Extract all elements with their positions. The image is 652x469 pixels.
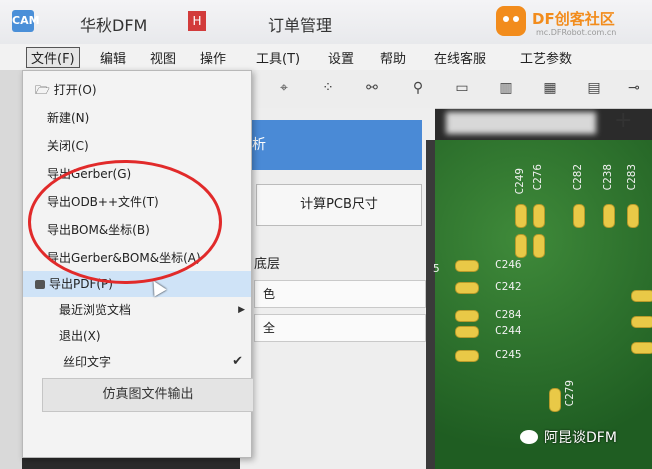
wechat-watermark-text: 阿昆谈DFM bbox=[544, 430, 617, 446]
pcb-pad bbox=[631, 316, 652, 328]
pcb-pad bbox=[603, 204, 615, 228]
menu-tools[interactable]: 工具(T) bbox=[256, 48, 300, 67]
check-icon: ✔ bbox=[232, 354, 243, 369]
tab-icon[interactable]: H bbox=[188, 11, 206, 31]
menu-view[interactable]: 视图 bbox=[150, 48, 176, 67]
canvas-border bbox=[426, 140, 435, 469]
menu-new[interactable]: 新建(N) bbox=[23, 105, 251, 131]
sim-file-output-button[interactable]: 仿真图文件输出 bbox=[42, 378, 254, 412]
pcb-label: C249 bbox=[513, 168, 526, 195]
watermark-url: mc.DFRobot.com.cn bbox=[536, 28, 617, 37]
add-icon[interactable]: + bbox=[614, 108, 632, 133]
pcb-pad bbox=[573, 204, 585, 228]
dfrobot-watermark: DF创客社区 mc.DFRobot.com.cn bbox=[496, 4, 646, 40]
menu-silkscreen-label: 丝印文字 bbox=[63, 355, 112, 369]
pcb-label: C284 bbox=[495, 308, 522, 321]
pcb-pad bbox=[549, 388, 561, 412]
wechat-watermark: 阿昆谈DFM bbox=[520, 427, 617, 447]
title-bar: CAM 华秋DFM H 订单管理 DF创客社区 mc.DFRobot.com.c… bbox=[0, 0, 652, 44]
search-input[interactable] bbox=[446, 112, 596, 134]
pcb-pad bbox=[631, 342, 652, 354]
pcb-pad bbox=[455, 282, 479, 294]
scatter-icon[interactable]: ⁘ bbox=[320, 80, 336, 96]
lock-icon bbox=[35, 280, 45, 289]
pcb-label: C276 bbox=[531, 164, 544, 191]
menu-operate[interactable]: 操作 bbox=[200, 48, 226, 67]
scope-select-value: 全 bbox=[263, 321, 276, 335]
menu-process-params[interactable]: 工艺参数 bbox=[520, 48, 572, 67]
scope-select[interactable]: 全 bbox=[254, 314, 426, 342]
wechat-icon bbox=[520, 430, 538, 444]
pcb-pad bbox=[455, 310, 479, 322]
pcb-label: C246 bbox=[495, 258, 522, 271]
menu-online-service[interactable]: 在线客服 bbox=[434, 48, 486, 67]
window-edge bbox=[0, 70, 22, 469]
app-title: 华秋DFM bbox=[80, 16, 148, 35]
calc-pcb-size-button[interactable]: 计算PCB尺寸 bbox=[256, 184, 422, 226]
line-icon[interactable]: ▭ bbox=[454, 80, 470, 96]
menu-close[interactable]: 关闭(C) bbox=[23, 133, 251, 159]
red-annotation-ellipse bbox=[28, 160, 222, 284]
link-icon[interactable]: ⚯ bbox=[364, 80, 380, 96]
pcb-pad bbox=[627, 204, 639, 228]
menu-edit[interactable]: 编辑 bbox=[100, 48, 126, 67]
menu-help[interactable]: 帮助 bbox=[380, 48, 406, 67]
pcb-pad bbox=[631, 290, 652, 302]
menu-open[interactable]: 🗁 打开(O) bbox=[23, 77, 251, 103]
chip-icon[interactable]: ▤ bbox=[586, 80, 602, 96]
app-icon: CAM bbox=[12, 10, 40, 32]
robot-logo-icon bbox=[496, 6, 526, 36]
route-icon[interactable]: ⌖ bbox=[276, 80, 292, 96]
color-select-value: 色 bbox=[263, 287, 276, 301]
pcb-label: C283 bbox=[625, 164, 638, 191]
component-icon[interactable]: ⚲ bbox=[410, 80, 426, 96]
pcb-pad bbox=[533, 234, 545, 258]
menu-open-label: 打开(O) bbox=[53, 83, 97, 97]
pcb-label: 5 bbox=[433, 262, 440, 275]
pcb-label: C244 bbox=[495, 324, 522, 337]
folder-icon: 🗁 bbox=[35, 83, 54, 97]
pcb-label: C245 bbox=[495, 348, 522, 361]
connector-icon[interactable]: ⊸ bbox=[626, 80, 642, 96]
submenu-arrow-icon: ▶ bbox=[238, 305, 245, 315]
menu-recent-docs-label: 最近浏览文档 bbox=[59, 303, 132, 317]
pcb-label: C238 bbox=[601, 164, 614, 191]
pcb-label: C282 bbox=[571, 164, 584, 191]
layer-label: 底层 bbox=[254, 257, 281, 272]
color-select[interactable]: 色 bbox=[254, 280, 426, 308]
menu-recent-docs[interactable]: 最近浏览文档 ▶ bbox=[23, 297, 251, 323]
pcb-pad bbox=[455, 260, 479, 272]
pcb-pad bbox=[455, 326, 479, 338]
toolbar: ⌖ ⁘ ⚯ ⚲ ▭ ▥ ▦ ▤ ⊸ bbox=[240, 70, 652, 109]
analyze-button[interactable]: 析 bbox=[240, 120, 422, 170]
menu-file[interactable]: 文件(F) bbox=[26, 47, 80, 68]
tab-order-management[interactable]: 订单管理 bbox=[268, 12, 332, 36]
grid-icon[interactable]: ▥ bbox=[498, 80, 514, 96]
menu-exit[interactable]: 退出(X) bbox=[23, 323, 251, 349]
pcb-canvas[interactable]: C249 C276 C282 C238 C283 5 C246 C242 C28… bbox=[433, 140, 652, 469]
pcb-pad bbox=[515, 234, 527, 258]
pcb-label: C279 bbox=[563, 380, 576, 407]
left-panel: 析 计算PCB尺寸 底层 色 全 bbox=[240, 108, 435, 469]
watermark-brand: DF创客社区 bbox=[532, 10, 615, 28]
menu-silkscreen-text[interactable]: 丝印文字 ✔ bbox=[23, 349, 251, 375]
table-icon[interactable]: ▦ bbox=[542, 80, 558, 96]
menu-settings[interactable]: 设置 bbox=[328, 48, 354, 67]
pcb-pad bbox=[515, 204, 527, 228]
pcb-pad bbox=[455, 350, 479, 362]
pcb-pad bbox=[533, 204, 545, 228]
pcb-label: C242 bbox=[495, 280, 522, 293]
menu-bar: 文件(F) 编辑 视图 操作 工具(T) 设置 帮助 在线客服 工艺参数 bbox=[0, 44, 652, 71]
